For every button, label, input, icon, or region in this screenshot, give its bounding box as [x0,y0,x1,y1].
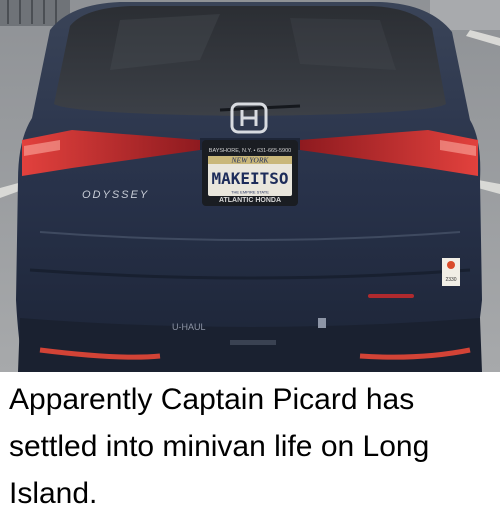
plate-dealer-top: BAYSHORE, N.Y. • 631-665-5900 [209,148,291,154]
svg-text:2330: 2330 [445,277,456,283]
odyssey-badge: ODYSSEY [82,189,149,201]
plate-dealer-bottom: ATLANTIC HONDA [219,197,281,204]
minivan-photo: BAYSHORE, N.Y. • 631-665-5900 NEW YORK M… [0,0,500,372]
license-plate: BAYSHORE, N.Y. • 631-665-5900 NEW YORK M… [202,140,298,206]
bumper-reflector-right [368,294,414,298]
meme-caption: Apparently Captain Picard has settled in… [9,383,430,510]
uhaul-sticker: U-HAUL [172,322,206,332]
parking-sticker: 2330 [442,258,460,286]
plate-number: MAKEITSO [211,169,288,188]
plate-frame-small: THE EMPIRE STATE [231,190,269,195]
plate-state: NEW YORK [231,156,270,165]
